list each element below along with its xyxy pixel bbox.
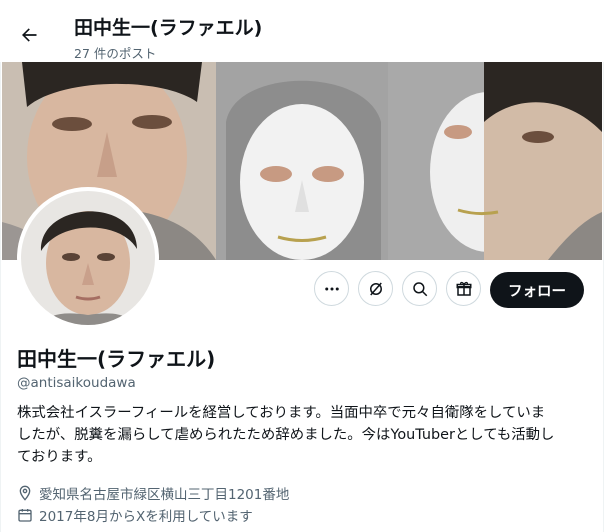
search-icon xyxy=(412,281,427,296)
back-button[interactable] xyxy=(12,18,46,52)
more-icon xyxy=(324,287,339,290)
banner-mask-panel xyxy=(216,62,388,260)
profile-header-bar: 田中生一(ラファエル) 27 件のポスト xyxy=(0,0,604,62)
gift-button[interactable] xyxy=(446,271,481,306)
calendar-icon xyxy=(18,509,32,522)
back-arrow-icon xyxy=(22,28,37,42)
right-border xyxy=(603,0,604,532)
grok-icon xyxy=(369,282,382,295)
profile-name: 田中生一(ラファエル) xyxy=(17,347,216,371)
left-border xyxy=(0,0,1,532)
location-row: 愛知県名古屋市緑区横山三丁目1201番地 xyxy=(17,483,289,503)
gift-icon xyxy=(456,281,471,296)
avatar-photo xyxy=(21,191,155,325)
header-title: 田中生一(ラファエル) xyxy=(74,17,263,39)
bio-line: ております。 xyxy=(17,449,102,465)
search-button[interactable] xyxy=(402,271,437,306)
half-mask-photo xyxy=(388,62,602,260)
joined-row: 2017年8月からXを利用しています xyxy=(17,505,253,525)
follow-button[interactable]: フォロー xyxy=(490,272,584,308)
bio-line: したが、脱糞を漏らして虐められたため辞めました。今はYouTuberとしても活動… xyxy=(17,427,555,443)
bio-line: 株式会社イスラーフィールを経営しております。当面中卒で元々自衛隊をしていま xyxy=(17,405,546,421)
joined-text: 2017年8月からXを利用しています xyxy=(39,509,253,525)
profile-handle: @antisaikoudawa xyxy=(17,375,136,391)
location-text: 愛知県名古屋市緑区横山三丁目1201番地 xyxy=(39,487,290,503)
profile-avatar[interactable] xyxy=(17,187,159,329)
grok-button[interactable] xyxy=(358,271,393,306)
more-button[interactable] xyxy=(314,271,349,306)
mask-photo xyxy=(216,62,388,260)
post-count: 27 件のポスト xyxy=(74,46,157,61)
profile-bio: 株式会社イスラーフィールを経営しております。当面中卒で元々自衛隊をしていま した… xyxy=(17,402,583,468)
banner-half-mask-panel xyxy=(388,62,602,260)
location-pin-icon xyxy=(19,485,31,501)
